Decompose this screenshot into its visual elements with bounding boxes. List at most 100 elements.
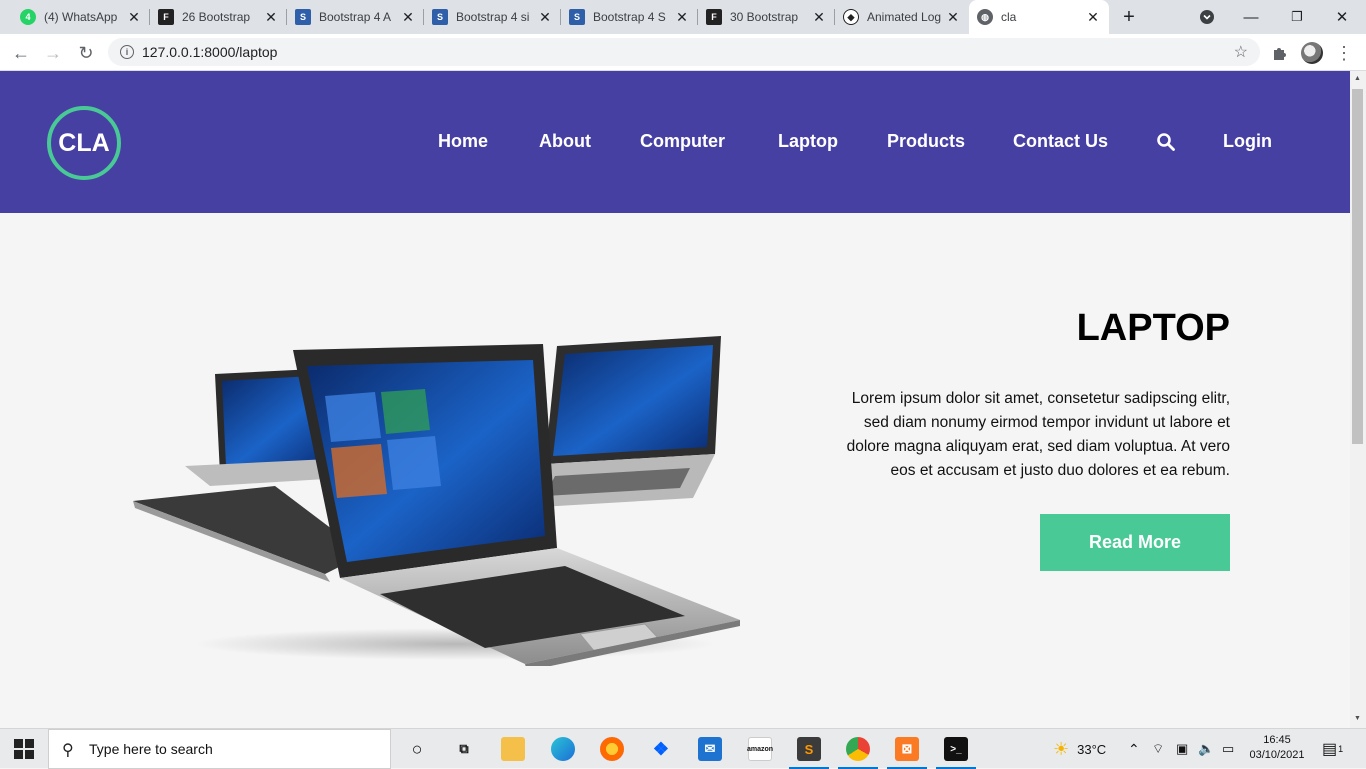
site-info-icon[interactable]: i (120, 45, 134, 59)
browser-tab-active[interactable]: ◍ cla ✕ (969, 0, 1109, 34)
weather-temperature: 33°C (1077, 741, 1107, 757)
browser-tab[interactable]: F 30 Bootstrap ✕ (698, 0, 835, 34)
nav-laptop[interactable]: Laptop (778, 131, 838, 152)
firefox-icon[interactable] (600, 737, 624, 761)
forward-icon[interactable]: → (40, 40, 66, 66)
laptops-image (133, 336, 740, 666)
hero-description: Lorem ipsum dolor sit amet, consetetur s… (790, 387, 1230, 483)
hero-line: sed diam nonumy eirmod tempor invidunt u… (863, 414, 1230, 431)
weather-widget[interactable]: ☀ 33°C (1053, 729, 1106, 769)
close-tab-icon[interactable]: ✕ (811, 9, 827, 26)
site-logo[interactable]: CLA (47, 106, 121, 180)
search-icon: ⚲ (62, 742, 74, 759)
close-tab-icon[interactable]: ✕ (126, 9, 142, 26)
bootstrap-icon: S (569, 9, 585, 25)
clock-time: 16:45 (1263, 734, 1291, 746)
site-header: CLA Home About Computer Laptop Products … (0, 71, 1350, 213)
chrome-icon[interactable] (838, 737, 878, 769)
nav-computer[interactable]: Computer (640, 131, 725, 152)
whatsapp-icon: 4 (20, 9, 36, 25)
browser-tab[interactable]: 4 (4) WhatsApp ✕ (12, 0, 150, 34)
browser-toolbar: ← → ↻ i 127.0.0.1:8000/laptop ☆ ⋮ (0, 34, 1366, 71)
globe-icon: ◍ (977, 9, 993, 25)
hero-title: LAPTOP (1076, 307, 1230, 349)
chevron-up-icon[interactable]: ⌃ (1128, 729, 1140, 769)
nav-home[interactable]: Home (438, 131, 488, 152)
task-view-icon[interactable]: ⧉ (452, 737, 476, 761)
tab-title: Bootstrap 4 S (593, 10, 666, 24)
hero-line: eos et accusam et justo duo dolores et e… (890, 462, 1230, 479)
dropbox-icon[interactable]: ❖ (649, 737, 673, 761)
bootstrap-icon: S (432, 9, 448, 25)
browser-tab[interactable]: S Bootstrap 4 S ✕ (561, 0, 698, 34)
hero-line: Lorem ipsum dolor sit amet, consetetur s… (851, 390, 1230, 407)
address-bar[interactable]: i 127.0.0.1:8000/laptop ☆ (108, 38, 1260, 66)
close-tab-icon[interactable]: ✕ (1085, 9, 1101, 26)
tab-title: cla (1001, 10, 1017, 24)
restore-icon[interactable]: ❐ (1284, 0, 1310, 34)
taskbar-clock[interactable]: 16:45 03/10/2021 (1244, 733, 1310, 763)
scroll-up-icon[interactable]: ▲ (1354, 75, 1361, 82)
sublime-text-icon[interactable]: S (789, 737, 829, 769)
terminal-icon[interactable]: >_ (936, 737, 976, 769)
meet-now-icon[interactable]: ▣ (1176, 729, 1188, 769)
browser-tab-strip: 4 (4) WhatsApp ✕ F 26 Bootstrap ✕ S Boot… (0, 0, 1366, 34)
close-tab-icon[interactable]: ✕ (400, 9, 416, 26)
tab-title: Bootstrap 4 si (456, 10, 530, 24)
page-scrollbar[interactable]: ▲ ▼ (1350, 71, 1366, 728)
wifi-icon[interactable]: ⌔ (1152, 729, 1164, 769)
close-tab-icon[interactable]: ✕ (263, 9, 279, 26)
minimize-icon[interactable]: — (1238, 0, 1264, 34)
browser-tab[interactable]: S Bootstrap 4 A ✕ (287, 0, 424, 34)
notification-center-icon[interactable]: ▤ 1 (1322, 729, 1343, 769)
windows-taskbar: ⚲ Type here to search ○ ⧉ ❖ ✉ amazon S ⊠… (0, 728, 1366, 769)
volume-icon[interactable]: 🔈 (1198, 729, 1214, 769)
nav-login[interactable]: Login (1223, 131, 1272, 152)
nav-products[interactable]: Products (887, 131, 965, 152)
tab-title: (4) WhatsApp (44, 10, 118, 24)
close-tab-icon[interactable]: ✕ (674, 9, 690, 26)
tab-title: 30 Bootstrap (730, 10, 799, 24)
amazon-icon[interactable]: amazon (747, 737, 773, 761)
reload-icon[interactable]: ↻ (73, 40, 99, 66)
tab-title: Animated Log (867, 10, 941, 24)
battery-icon[interactable]: ▭ (1222, 729, 1234, 769)
file-explorer-icon[interactable] (501, 737, 525, 761)
tab-search-icon[interactable] (1196, 0, 1218, 34)
mail-icon[interactable]: ✉ (698, 737, 722, 761)
close-window-icon[interactable]: ✕ (1329, 0, 1355, 34)
read-more-button[interactable]: Read More (1040, 514, 1230, 571)
taskbar-search-box[interactable]: ⚲ Type here to search (48, 729, 391, 769)
cortana-icon[interactable]: ○ (405, 737, 429, 761)
weather-sun-icon: ☀ (1053, 738, 1070, 759)
close-tab-icon[interactable]: ✕ (537, 9, 553, 26)
close-tab-icon[interactable]: ✕ (945, 9, 961, 26)
notification-count: 1 (1338, 744, 1344, 754)
chrome-menu-icon[interactable]: ⋮ (1333, 42, 1355, 64)
clock-date: 03/10/2021 (1249, 749, 1305, 761)
nav-contact-us[interactable]: Contact Us (1013, 131, 1108, 152)
extensions-puzzle-icon[interactable] (1268, 42, 1290, 64)
f-letter-icon: F (158, 9, 174, 25)
xampp-icon[interactable]: ⊠ (887, 737, 927, 769)
back-icon[interactable]: ← (8, 40, 34, 66)
nav-about[interactable]: About (539, 131, 591, 152)
profile-avatar[interactable] (1301, 42, 1323, 64)
new-tab-icon[interactable]: + (1117, 0, 1141, 34)
f-letter-icon: F (706, 9, 722, 25)
browser-tab[interactable]: ◆ Animated Log ✕ (835, 0, 969, 34)
bootstrap-icon: S (295, 9, 311, 25)
tab-title: 26 Bootstrap (182, 10, 251, 24)
edge-browser-icon[interactable] (551, 737, 575, 761)
scroll-down-icon[interactable]: ▼ (1354, 715, 1361, 722)
search-icon[interactable] (1157, 133, 1175, 151)
browser-tab[interactable]: S Bootstrap 4 si ✕ (424, 0, 561, 34)
browser-tab[interactable]: F 26 Bootstrap ✕ (150, 0, 287, 34)
scrollbar-thumb[interactable] (1352, 89, 1363, 444)
codepen-icon: ◆ (843, 9, 859, 25)
windows-start-icon[interactable] (14, 739, 34, 759)
bookmark-star-icon[interactable]: ☆ (1234, 42, 1248, 62)
tab-title: Bootstrap 4 A (319, 10, 392, 24)
web-page: CLA Home About Computer Laptop Products … (0, 71, 1350, 728)
hero-line: dolore magna aliquyam erat, sed diam vol… (846, 438, 1230, 455)
